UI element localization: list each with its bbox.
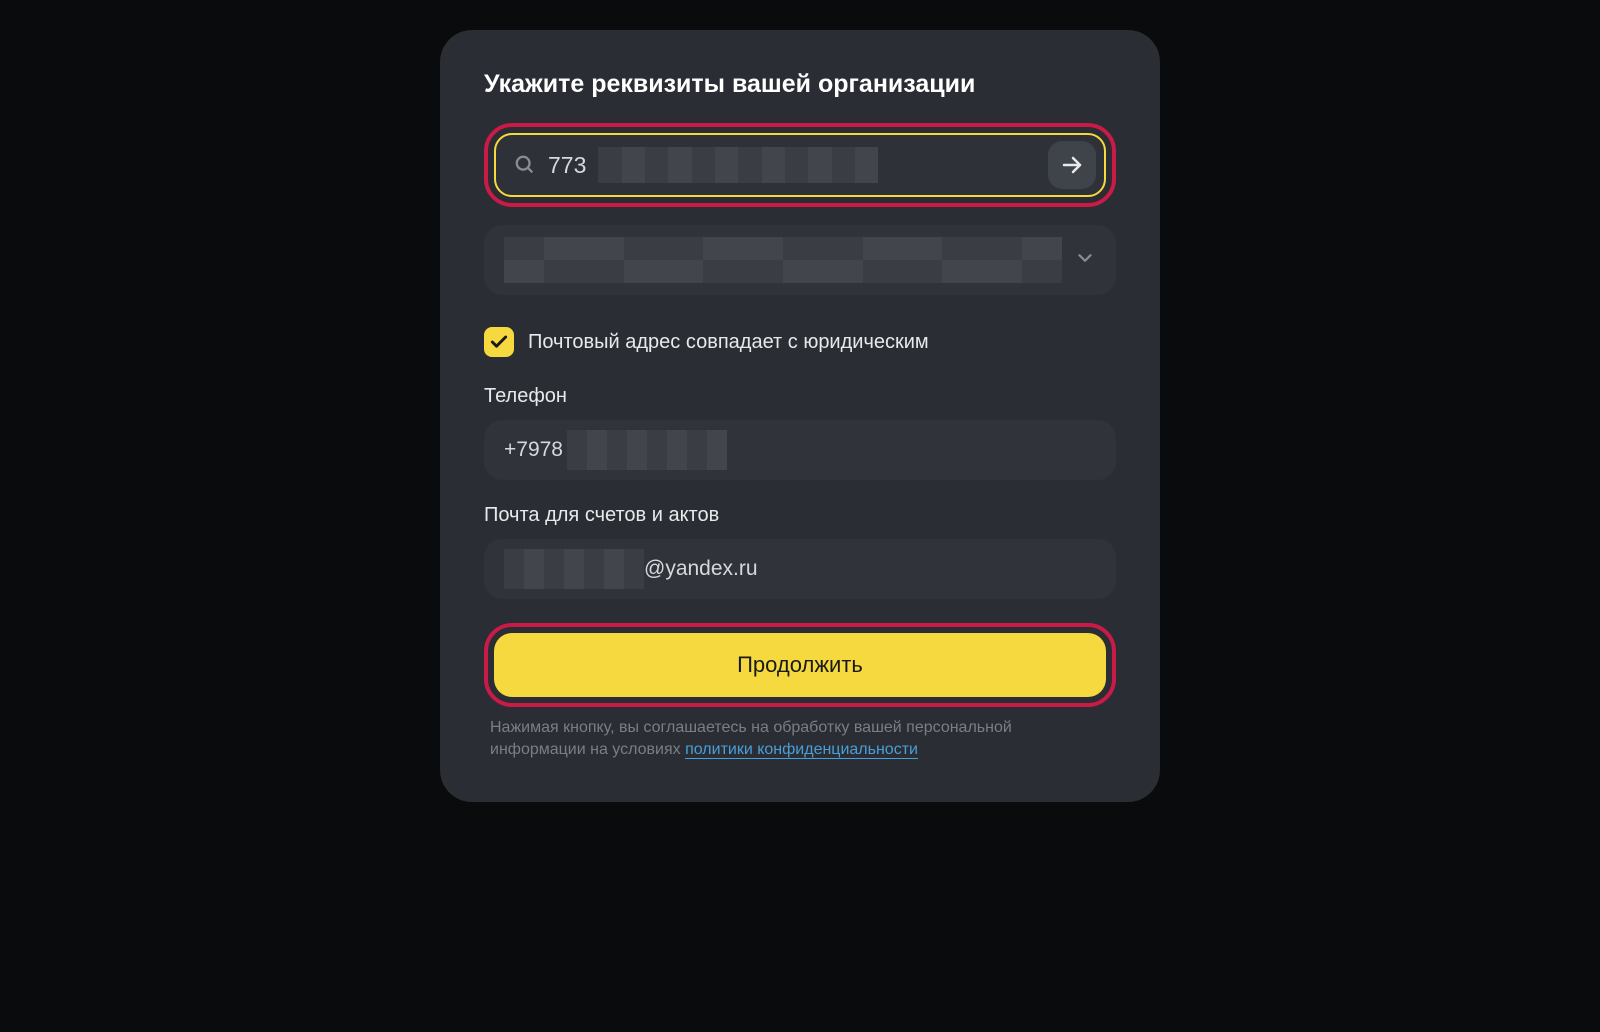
redacted-content bbox=[504, 237, 1062, 283]
chevron-down-icon bbox=[1074, 247, 1096, 274]
continue-button-label: Продолжить bbox=[737, 652, 863, 678]
address-match-checkbox[interactable] bbox=[484, 327, 514, 357]
phone-label: Телефон bbox=[484, 385, 1116, 408]
continue-button[interactable]: Продолжить bbox=[494, 633, 1106, 697]
form-title: Укажите реквизиты вашей организации bbox=[484, 70, 1116, 99]
redacted-content bbox=[598, 147, 878, 183]
search-input-value: 773 bbox=[548, 152, 586, 179]
phone-input[interactable]: +7978 bbox=[484, 420, 1116, 480]
submit-search-button[interactable] bbox=[1048, 141, 1096, 189]
redacted-content bbox=[567, 430, 727, 470]
email-label: Почта для счетов и актов bbox=[484, 504, 1116, 527]
email-input[interactable]: @yandex.ru bbox=[484, 539, 1116, 599]
search-highlight-border: 773 bbox=[484, 123, 1116, 207]
address-match-checkbox-row: Почтовый адрес совпадает с юридическим bbox=[484, 327, 1116, 357]
email-suffix: @yandex.ru bbox=[644, 557, 758, 581]
phone-value: +7978 bbox=[504, 438, 563, 462]
organization-dropdown[interactable] bbox=[484, 225, 1116, 295]
search-input-row[interactable]: 773 bbox=[494, 133, 1106, 197]
search-icon bbox=[514, 154, 536, 176]
organization-form-card: Укажите реквизиты вашей организации 773 bbox=[440, 30, 1160, 802]
redacted-content bbox=[504, 549, 644, 589]
continue-highlight-border: Продолжить bbox=[484, 623, 1116, 707]
privacy-policy-link[interactable]: политики конфиденциальности bbox=[685, 741, 918, 759]
disclaimer-text: Нажимая кнопку, вы соглашаетесь на обраб… bbox=[484, 717, 1116, 762]
address-match-label: Почтовый адрес совпадает с юридическим bbox=[528, 331, 929, 354]
